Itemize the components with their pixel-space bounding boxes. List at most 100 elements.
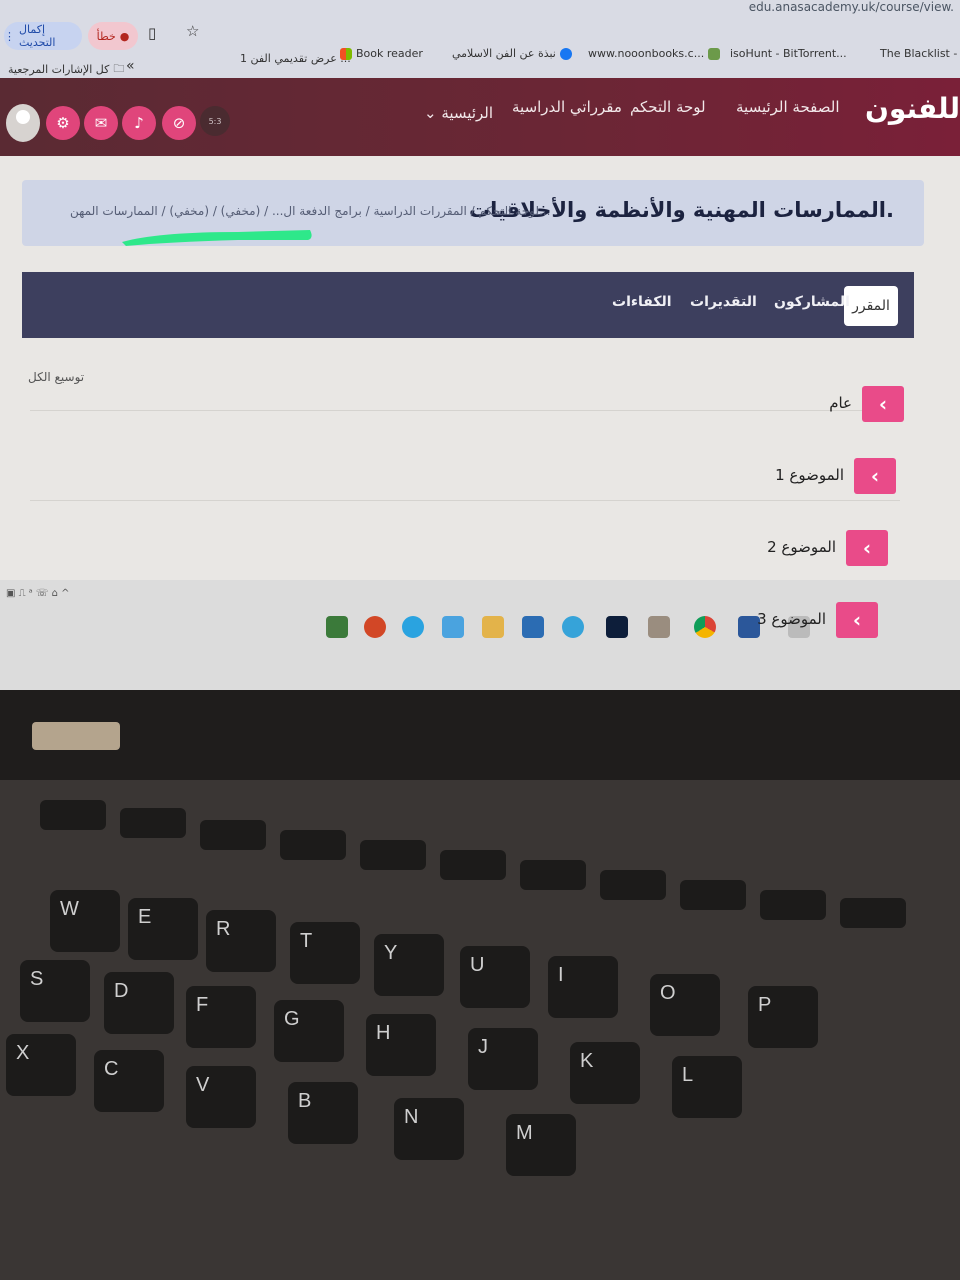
key-label: D bbox=[114, 980, 129, 1002]
key: D bbox=[104, 972, 174, 1034]
hinge bbox=[32, 722, 120, 750]
app-icon[interactable] bbox=[326, 616, 348, 638]
edge-icon[interactable] bbox=[562, 616, 584, 638]
photoshop-icon[interactable] bbox=[606, 616, 628, 638]
chevron-left-icon[interactable]: ‹ bbox=[846, 530, 888, 566]
key: E bbox=[128, 898, 198, 960]
key: P bbox=[748, 986, 818, 1048]
bookmark-label: isoHunt - BitTorrent... bbox=[730, 47, 847, 60]
key: Y bbox=[374, 934, 444, 996]
nav-home[interactable]: الصفحة الرئيسية bbox=[736, 98, 840, 116]
powerpoint-icon[interactable] bbox=[364, 616, 386, 638]
browser-chrome: edu.anasacademy.uk/course/view. ⋮ إكمال … bbox=[0, 0, 960, 88]
key: J bbox=[468, 1028, 538, 1090]
key-label: V bbox=[196, 1074, 210, 1096]
all-bookmarks[interactable]: كل الإشارات المرجعية 🗀 bbox=[8, 60, 124, 79]
key: C bbox=[94, 1050, 164, 1112]
facebook-icon bbox=[559, 47, 572, 60]
section-topic-2[interactable]: ‹ الموضوع 2 bbox=[684, 530, 888, 566]
key: R bbox=[206, 910, 276, 972]
tab-grades[interactable]: التقديرات bbox=[690, 294, 757, 310]
key: N bbox=[394, 1098, 464, 1160]
laptop-bezel bbox=[0, 690, 960, 780]
nav-my-courses[interactable]: مقرراتي الدراسية bbox=[512, 98, 622, 116]
function-key bbox=[40, 800, 106, 830]
key-label: M bbox=[516, 1122, 533, 1144]
tab-course[interactable]: المقرر bbox=[844, 286, 898, 326]
key-label: H bbox=[376, 1022, 391, 1044]
key: G bbox=[274, 1000, 344, 1062]
key: V bbox=[186, 1066, 256, 1128]
key: H bbox=[366, 1014, 436, 1076]
key-label: O bbox=[660, 982, 676, 1004]
file-explorer-icon[interactable] bbox=[482, 616, 504, 638]
key-label: U bbox=[470, 954, 485, 976]
mail-icon[interactable] bbox=[522, 616, 544, 638]
tab-competencies[interactable]: الكفاءات bbox=[612, 294, 672, 310]
bell-icon[interactable]: ♪ bbox=[122, 106, 156, 140]
key: X bbox=[6, 1034, 76, 1096]
notification-badge[interactable]: 5:3 bbox=[200, 106, 230, 136]
divider bbox=[30, 500, 900, 501]
telegram-icon[interactable] bbox=[402, 616, 424, 638]
key-label: C bbox=[104, 1058, 119, 1080]
key-label: B bbox=[298, 1090, 312, 1112]
key-label: E bbox=[138, 906, 152, 928]
nav-main-dropdown[interactable]: ⌄ الرئيسية bbox=[424, 104, 493, 122]
site-navbar: للفنون الصفحة الرئيسية لوحة التحكم مقررا… bbox=[0, 78, 960, 156]
function-key bbox=[520, 860, 586, 890]
key-label: W bbox=[60, 898, 79, 920]
app-icon[interactable] bbox=[648, 616, 670, 638]
function-key bbox=[200, 820, 266, 850]
function-key bbox=[120, 808, 186, 838]
gear-icon[interactable]: ⚙ bbox=[46, 106, 80, 140]
key-label: P bbox=[758, 994, 772, 1016]
system-tray[interactable]: ▣ ⎍ ᵃ ☏ ⌂ ^ bbox=[6, 588, 70, 599]
user-avatar[interactable] bbox=[6, 104, 40, 142]
nav-dashboard[interactable]: لوحة التحكم bbox=[630, 98, 706, 116]
chevron-left-icon[interactable]: ‹ bbox=[862, 386, 904, 422]
key: L bbox=[672, 1056, 742, 1118]
function-key bbox=[600, 870, 666, 900]
breadcrumb[interactable]: لوحة التحكم / المقررات الدراسية / برامج … bbox=[70, 204, 550, 218]
chevron-left-icon[interactable]: ‹ bbox=[854, 458, 896, 494]
nav-main-label: الرئيسية bbox=[441, 104, 494, 122]
key-label: X bbox=[16, 1042, 30, 1064]
laptop-keyboard: W E R T Y U I O P S D F G H J K L X C V … bbox=[0, 780, 960, 1280]
bookmark-item[interactable]: نبذة عن الفن الاسلامي bbox=[452, 47, 572, 60]
highlight-marker bbox=[122, 230, 312, 246]
messages-icon[interactable]: ✉ bbox=[84, 106, 118, 140]
tab-participants[interactable]: المشاركون bbox=[774, 294, 850, 310]
bookmark-item[interactable]: عرض تقديمي الفن 1 ... bbox=[240, 52, 351, 65]
bookmark-label: نبذة عن الفن الاسلامي bbox=[452, 47, 556, 60]
address-bar-url[interactable]: edu.anasacademy.uk/course/view. bbox=[743, 0, 960, 14]
hide-eye-icon[interactable]: ⊘ bbox=[162, 106, 196, 140]
bookmark-item[interactable]: Book reader bbox=[340, 47, 423, 60]
key: F bbox=[186, 986, 256, 1048]
bookmark-item[interactable]: isoHunt - BitTorrent... bbox=[730, 47, 847, 60]
key: T bbox=[290, 922, 360, 984]
key-label: F bbox=[196, 994, 209, 1016]
section-topic-1[interactable]: ‹ الموضوع 1 bbox=[690, 458, 896, 494]
key-label: N bbox=[404, 1106, 419, 1128]
site-brand[interactable]: للفنون bbox=[865, 92, 960, 125]
section-general[interactable]: ‹ عام bbox=[700, 386, 904, 422]
expand-all-link[interactable]: توسيع الكل bbox=[28, 370, 84, 384]
section-topic-3[interactable]: ‹ الموضوع 3 bbox=[676, 602, 878, 638]
chevron-left-icon[interactable]: ‹ bbox=[836, 602, 878, 638]
laptop-screen: edu.anasacademy.uk/course/view. ⋮ إكمال … bbox=[0, 0, 960, 690]
key-label: S bbox=[30, 968, 44, 990]
bookmark-label: Book reader bbox=[356, 47, 423, 60]
bookmark-item[interactable]: The Blacklist - bbox=[880, 47, 957, 60]
bookmarks-overflow-icon[interactable]: « bbox=[126, 58, 135, 74]
function-key bbox=[840, 898, 906, 928]
function-key bbox=[440, 850, 506, 880]
key-label: K bbox=[580, 1050, 594, 1072]
key-label: I bbox=[558, 964, 564, 986]
key-label: R bbox=[216, 918, 231, 940]
photos-icon[interactable] bbox=[442, 616, 464, 638]
key: O bbox=[650, 974, 720, 1036]
bookmark-item[interactable]: www.nooonbooks.c... bbox=[588, 47, 721, 60]
all-bookmarks-label: كل الإشارات المرجعية bbox=[8, 63, 110, 76]
key-label: T bbox=[300, 930, 313, 952]
